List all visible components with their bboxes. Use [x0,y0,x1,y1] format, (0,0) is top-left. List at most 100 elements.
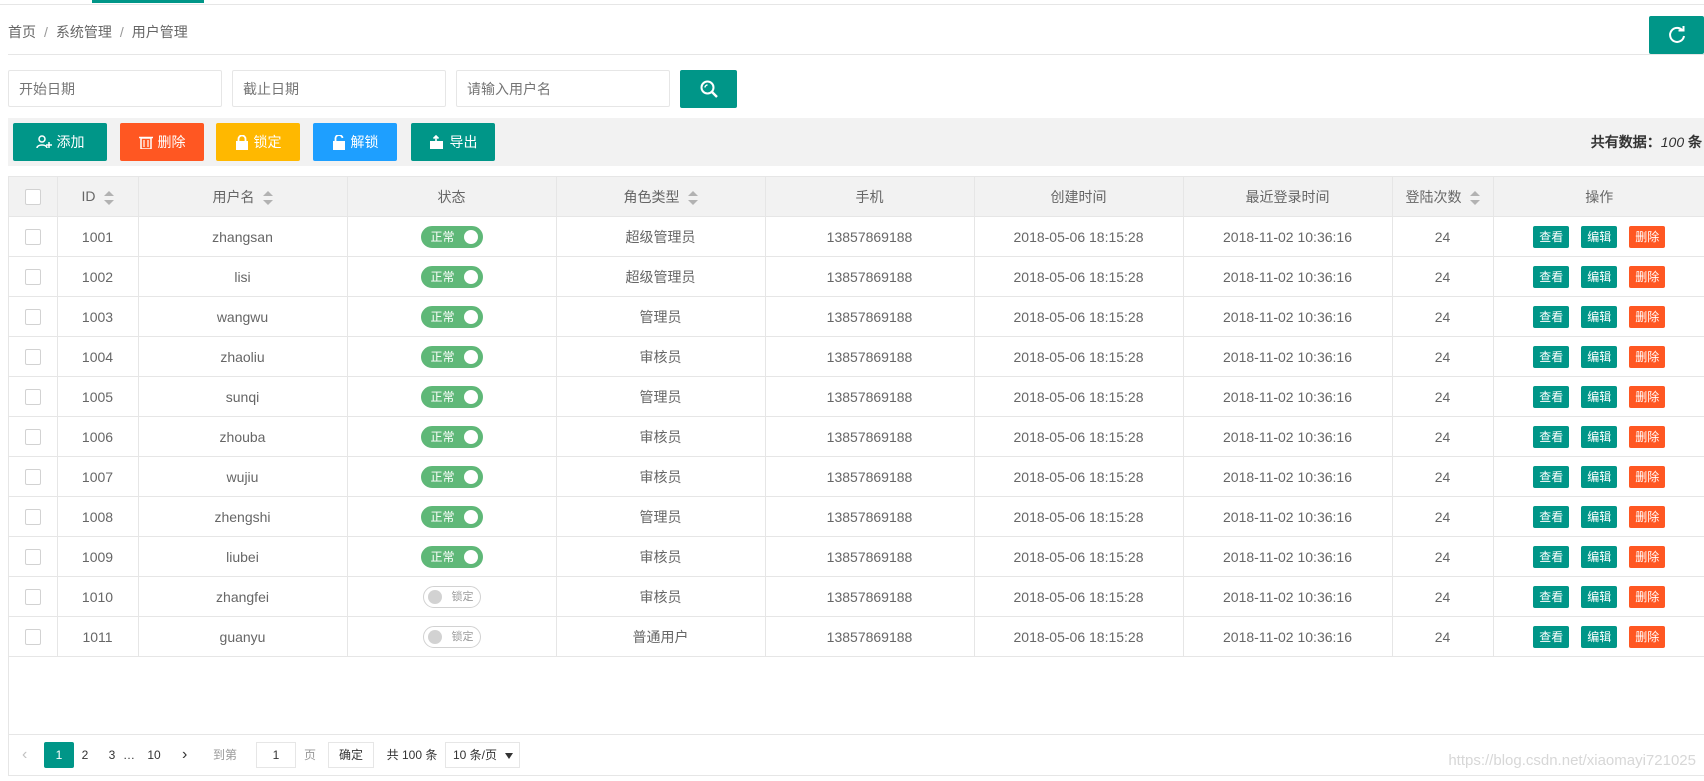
view-button[interactable]: 查看 [1533,345,1570,368]
row-checkbox[interactable] [24,309,41,326]
row-checkbox[interactable] [24,629,41,646]
cell-last-login: 2018-11-02 10:36:16 [1182,256,1393,297]
delete-button[interactable]: 删除 [1629,545,1666,568]
view-button[interactable]: 查看 [1533,305,1570,328]
end-date-input[interactable] [232,70,446,107]
row-select-cell [9,256,58,297]
cell-username: zhouba [137,416,348,457]
breadcrumb-system[interactable]: 系统管理 [56,24,112,40]
page-2[interactable]: 2 [76,742,94,768]
edit-button[interactable]: 编辑 [1581,505,1618,528]
cell-created: 2018-05-06 18:15:28 [973,536,1184,577]
cell-login-count: 24 [1391,416,1494,457]
row-checkbox[interactable] [24,469,41,486]
delete-button[interactable]: 删除 [1629,585,1666,608]
page-10[interactable]: 10 [143,742,165,768]
view-button[interactable]: 查看 [1533,265,1570,288]
row-checkbox[interactable] [24,349,41,366]
view-button[interactable]: 查看 [1533,625,1570,648]
view-button[interactable]: 查看 [1533,425,1570,448]
delete-button[interactable]: 删除 [1629,225,1666,248]
edit-button[interactable]: 编辑 [1581,265,1618,288]
status-switch[interactable]: 锁定 [422,625,481,648]
goto-page-input[interactable] [256,742,296,768]
refresh-button[interactable] [1649,16,1704,54]
pagination-divider [8,734,1704,735]
delete-button[interactable]: 删除 [1629,465,1666,488]
row-checkbox[interactable] [24,229,41,246]
sort-icon[interactable] [103,190,114,205]
edit-button[interactable]: 编辑 [1581,385,1618,408]
switch-knob [463,229,478,244]
row-select-cell [9,496,58,537]
view-button[interactable]: 查看 [1533,545,1570,568]
export-button[interactable]: 导出 [411,123,495,161]
view-button[interactable]: 查看 [1533,585,1570,608]
header-id[interactable]: ID [56,177,139,217]
next-page-icon[interactable]: › [182,742,187,768]
status-switch[interactable]: 正常 [420,345,483,368]
view-button[interactable]: 查看 [1533,505,1570,528]
status-switch[interactable]: 正常 [420,265,483,288]
sort-icon[interactable] [687,190,698,205]
status-switch[interactable]: 正常 [420,465,483,488]
status-switch[interactable]: 正常 [420,425,483,448]
status-switch[interactable]: 正常 [420,225,483,248]
status-switch[interactable]: 锁定 [422,585,481,608]
sort-icon[interactable] [262,190,273,205]
row-checkbox[interactable] [24,589,41,606]
delete-button[interactable]: 删除 [1629,505,1666,528]
edit-button[interactable]: 编辑 [1581,305,1618,328]
row-checkbox[interactable] [24,269,41,286]
sort-icon[interactable] [1469,190,1480,205]
view-button[interactable]: 查看 [1533,385,1570,408]
edit-button[interactable]: 编辑 [1581,225,1618,248]
view-button[interactable]: 查看 [1533,225,1570,248]
lock-button[interactable]: 锁定 [216,123,300,161]
view-button[interactable]: 查看 [1533,465,1570,488]
status-switch[interactable]: 正常 [420,385,483,408]
row-select-cell [9,536,58,577]
start-date-input[interactable] [8,70,222,107]
status-switch[interactable]: 正常 [420,545,483,568]
page-size-select[interactable]: 10 条/页 [445,742,520,768]
batch-delete-button[interactable]: 删除 [120,123,204,161]
batch-delete-label: 删除 [157,134,186,150]
edit-button[interactable]: 编辑 [1581,465,1618,488]
delete-button[interactable]: 删除 [1629,305,1666,328]
edit-button[interactable]: 编辑 [1581,625,1618,648]
row-checkbox[interactable] [24,509,41,526]
delete-button[interactable]: 删除 [1629,345,1666,368]
row-checkbox[interactable] [24,389,41,406]
delete-button[interactable]: 删除 [1629,265,1666,288]
cell-id: 1008 [56,496,139,537]
table-row: 1010 zhangfei 锁定 审核员 13857869188 2018-05-06 1… [9,576,1704,617]
unlock-button[interactable]: 解锁 [313,123,397,161]
delete-button[interactable]: 删除 [1629,385,1666,408]
delete-button[interactable]: 删除 [1629,625,1666,648]
prev-page-icon[interactable]: ‹ [22,742,27,768]
edit-button[interactable]: 编辑 [1581,585,1618,608]
row-checkbox[interactable] [24,549,41,566]
search-button[interactable] [680,70,737,108]
row-checkbox[interactable] [24,429,41,446]
goto-confirm-button[interactable]: 确定 [328,742,374,768]
status-switch-label: 锁定 [451,630,474,643]
breadcrumb-home[interactable]: 首页 [8,24,36,40]
header-username[interactable]: 用户名 [137,177,348,217]
status-switch[interactable]: 正常 [420,505,483,528]
page-1[interactable]: 1 [44,742,74,768]
delete-button[interactable]: 删除 [1629,425,1666,448]
toolbar: 添加 删除 锁定 解锁 导出 共有数据：100 条 [8,118,1704,166]
edit-button[interactable]: 编辑 [1581,345,1618,368]
status-switch-label: 锁定 [451,590,474,603]
select-all-checkbox[interactable] [24,189,41,206]
status-switch[interactable]: 正常 [420,305,483,328]
page-3[interactable]: 3 [103,742,121,768]
header-login-count[interactable]: 登陆次数 [1391,177,1494,217]
edit-button[interactable]: 编辑 [1581,545,1618,568]
add-button[interactable]: 添加 [13,123,107,161]
username-search-input[interactable] [456,70,670,107]
edit-button[interactable]: 编辑 [1581,425,1618,448]
header-role[interactable]: 角色类型 [555,177,766,217]
